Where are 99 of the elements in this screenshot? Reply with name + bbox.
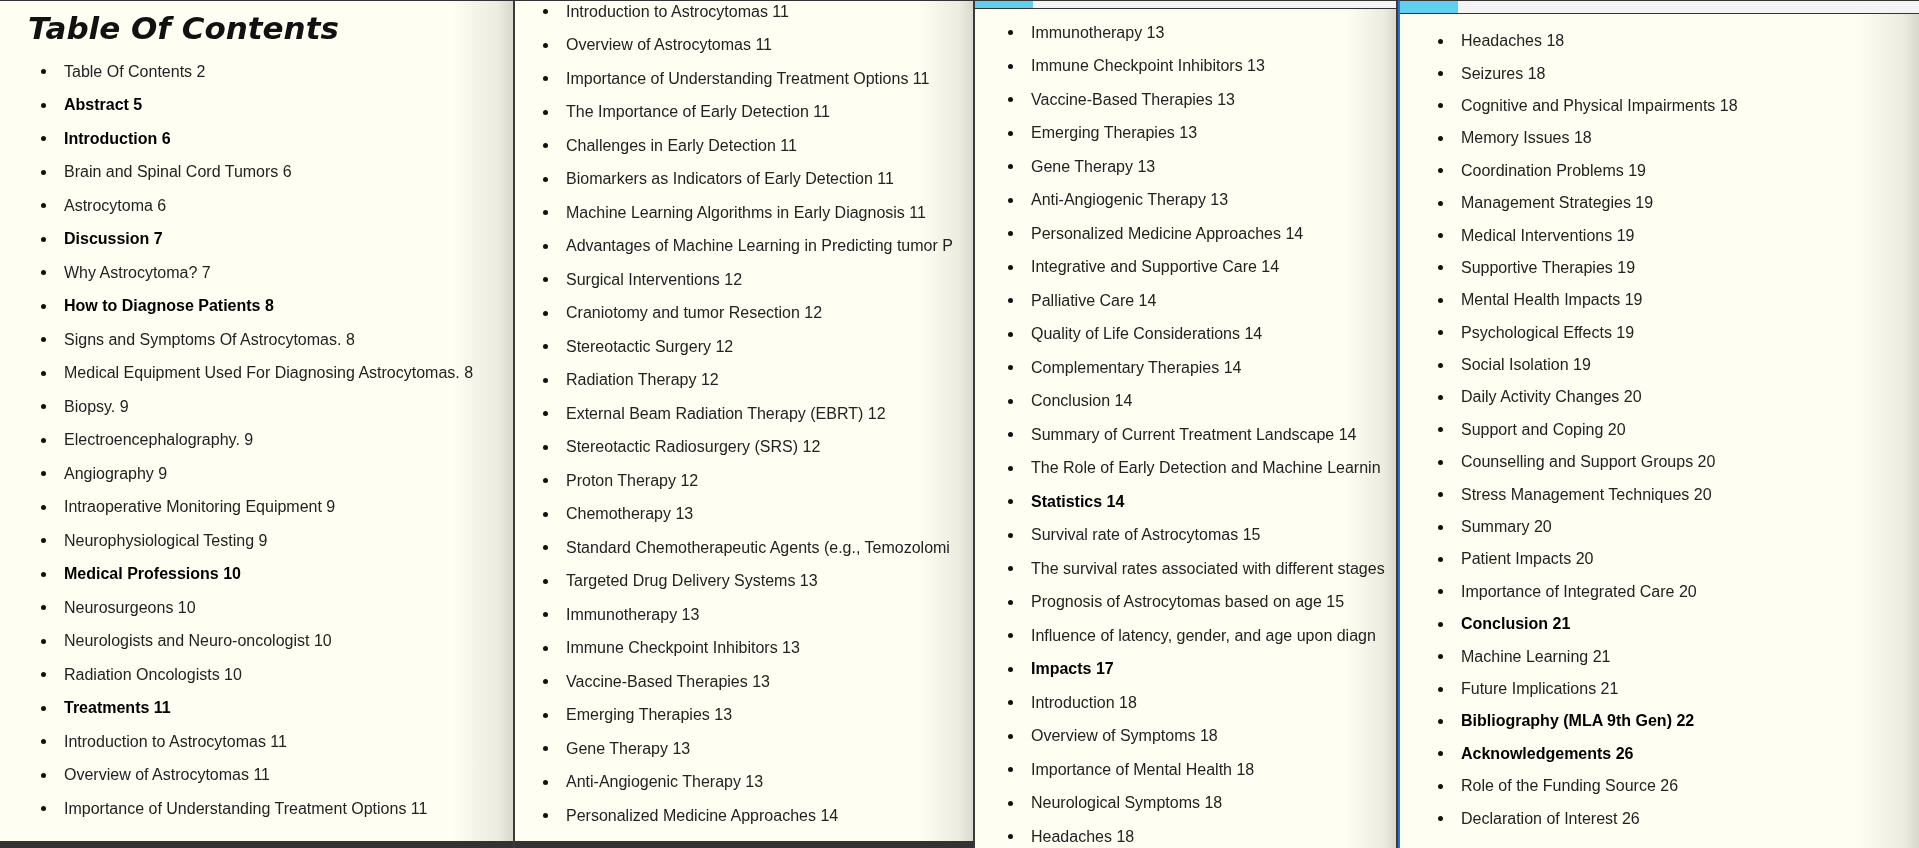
toc-link[interactable]: Role of the Funding Source 26 [1461, 777, 1679, 796]
toc-link[interactable]: Radiation Therapy 12 [566, 371, 719, 390]
toc-link[interactable]: Neurological Symptoms 18 [1031, 794, 1223, 813]
toc-link[interactable]: Machine Learning Algorithms in Early Diagnosis 11 [566, 203, 926, 222]
section-link[interactable]: Discussion 7 [64, 230, 163, 249]
toc-link[interactable]: Seizures 18 [1461, 64, 1546, 83]
toc-link[interactable]: Importance of Understanding Treatment Options 11 [64, 799, 428, 818]
toc-link[interactable]: Introduction 18 [1031, 693, 1137, 712]
toc-link[interactable]: Table Of Contents 2 [64, 62, 206, 81]
toc-link[interactable]: Standard Chemotherapeutic Agents (e.g., Temozolomi [566, 538, 950, 557]
toc-link[interactable]: Survival rate of Astrocytomas 15 [1031, 526, 1261, 545]
toc-link[interactable]: Chemotherapy 13 [566, 505, 694, 524]
toc-link[interactable]: Gene Therapy 13 [566, 739, 691, 758]
toc-link[interactable]: Coordination Problems 19 [1461, 161, 1646, 180]
toc-link[interactable]: Memory Issues 18 [1461, 129, 1592, 148]
toc-link[interactable]: Immunotherapy 13 [566, 605, 700, 624]
section-link[interactable]: Introduction 6 [64, 129, 171, 148]
toc-link[interactable]: Personalized Medicine Approaches 14 [566, 806, 839, 825]
section-link[interactable]: Conclusion 21 [1461, 615, 1571, 634]
toc-link[interactable]: Gene Therapy 13 [1031, 157, 1156, 176]
toc-link[interactable]: Management Strategies 19 [1461, 194, 1654, 213]
toc-link[interactable]: Immunotherapy 13 [1031, 23, 1165, 42]
toc-link[interactable]: Targeted Drug Delivery Systems 13 [566, 572, 818, 591]
toc-link[interactable]: Patient Impacts 20 [1461, 550, 1594, 569]
toc-link[interactable]: Supportive Therapies 19 [1461, 258, 1636, 277]
toc-link[interactable]: Medical Interventions 19 [1461, 226, 1635, 245]
section-link[interactable]: Bibliography (MLA 9th Gen) 22 [1461, 712, 1695, 731]
toc-link[interactable]: The Importance of Early Detection 11 [566, 103, 830, 122]
section-link[interactable]: Treatments 11 [64, 699, 171, 718]
section-link[interactable]: Medical Professions 10 [64, 565, 241, 584]
toc-link[interactable]: Signs and Symptoms Of Astrocytomas. 8 [64, 330, 355, 349]
toc-link[interactable]: Medical Equipment Used For Diagnosing Astrocytomas. 8 [64, 364, 474, 383]
toc-link[interactable]: The survival rates associated with different stages [1031, 559, 1385, 578]
toc-link[interactable]: Neurologists and Neuro-oncologist 10 [64, 632, 332, 651]
toc-link[interactable]: Immune Checkpoint Inhibitors 13 [566, 639, 800, 658]
toc-link[interactable]: Emerging Therapies 13 [1031, 124, 1198, 143]
toc-link[interactable]: Vaccine-Based Therapies 13 [566, 672, 770, 691]
toc-link[interactable]: Radiation Oncologists 10 [64, 665, 242, 684]
toc-link[interactable]: Electroencephalography. 9 [64, 431, 254, 450]
toc-link[interactable]: Brain and Spinal Cord Tumors 6 [64, 163, 292, 182]
section-link[interactable]: Acknowledgements 26 [1461, 744, 1634, 763]
section-link[interactable]: How to Diagnose Patients 8 [64, 297, 274, 316]
toc-link[interactable]: Emerging Therapies 13 [566, 706, 733, 725]
toc-link[interactable]: Machine Learning 21 [1461, 647, 1611, 666]
toc-link[interactable]: Advantages of Machine Learning in Predicting tumor P [566, 237, 953, 256]
toc-link[interactable]: Declaration of Interest 26 [1461, 809, 1640, 828]
toc-link[interactable]: Importance of Mental Health 18 [1031, 760, 1255, 779]
toc-link[interactable]: Anti-Angiogenic Therapy 13 [1031, 191, 1229, 210]
toc-link[interactable]: Summary 20 [1461, 518, 1552, 537]
toc-link[interactable]: Mental Health Impacts 19 [1461, 291, 1643, 310]
toc-link[interactable]: Conclusion 14 [1031, 392, 1133, 411]
toc-link[interactable]: Intraoperative Monitoring Equipment 9 [64, 498, 336, 517]
toc-link[interactable]: Social Isolation 19 [1461, 356, 1591, 375]
toc-link[interactable]: The Role of Early Detection and Machine Learnin [1031, 459, 1381, 478]
toc-link[interactable]: Introduction to Astrocytomas 11 [64, 732, 287, 751]
toc-link[interactable]: Headaches 18 [1031, 827, 1135, 846]
toc-link[interactable]: Introduction to Astrocytomas 11 [566, 2, 789, 21]
toc-link[interactable]: Craniotomy and tumor Resection 12 [566, 304, 823, 323]
toc-link[interactable]: Stress Management Techniques 20 [1461, 485, 1712, 504]
toc-link[interactable]: Stereotactic Surgery 12 [566, 337, 734, 356]
toc-link[interactable]: External Beam Radiation Therapy (EBRT) 12 [566, 404, 886, 423]
toc-link[interactable]: Neurosurgeons 10 [64, 598, 196, 617]
toc-link[interactable]: Quality of Life Considerations 14 [1031, 325, 1263, 344]
toc-link[interactable]: Challenges in Early Detection 11 [566, 136, 797, 155]
section-link[interactable]: Statistics 14 [1031, 492, 1125, 511]
section-link[interactable]: Impacts 17 [1031, 660, 1114, 679]
toc-link[interactable]: Angiography 9 [64, 464, 168, 483]
toc-link[interactable]: Surgical Interventions 12 [566, 270, 743, 289]
toc-link[interactable]: Biomarkers as Indicators of Early Detection 11 [566, 170, 894, 189]
toc-link[interactable]: Support and Coping 20 [1461, 420, 1626, 439]
toc-link[interactable]: Anti-Angiogenic Therapy 13 [566, 773, 764, 792]
page-title: Table Of Contents [28, 9, 340, 48]
toc-link[interactable]: Counselling and Support Groups 20 [1461, 453, 1716, 472]
toc-link[interactable]: Immune Checkpoint Inhibitors 13 [1031, 57, 1265, 76]
toc-link[interactable]: Biopsy. 9 [64, 397, 129, 416]
toc-link[interactable]: Palliative Care 14 [1031, 291, 1157, 310]
toc-link[interactable]: Personalized Medicine Approaches 14 [1031, 224, 1304, 243]
section-link[interactable]: Abstract 5 [64, 96, 143, 115]
toc-link[interactable]: Influence of latency, gender, and age upon diagn [1031, 626, 1376, 645]
toc-link[interactable]: Headaches 18 [1461, 32, 1565, 51]
toc-link[interactable]: Importance of Understanding Treatment Options 11 [566, 69, 930, 88]
toc-link[interactable]: Overview of Astrocytomas 11 [566, 36, 772, 55]
toc-link[interactable]: Stereotactic Radiosurgery (SRS) 12 [566, 438, 821, 457]
toc-link[interactable]: Prognosis of Astrocytomas based on age 15 [1031, 593, 1345, 612]
toc-link[interactable]: Psychological Effects 19 [1461, 323, 1635, 342]
toc-link[interactable]: Why Astrocytoma? 7 [64, 263, 211, 282]
toc-link[interactable]: Future Implications 21 [1461, 680, 1619, 698]
toc-link[interactable]: Neurophysiological Testing 9 [64, 531, 268, 550]
toc-link[interactable]: Daily Activity Changes 20 [1461, 388, 1642, 407]
toc-link[interactable]: Importance of Integrated Care 20 [1461, 582, 1697, 601]
toc-link[interactable]: Summary of Current Treatment Landscape 14 [1031, 425, 1357, 444]
toc-link[interactable]: Integrative and Supportive Care 14 [1031, 258, 1280, 277]
toc-link[interactable]: Overview of Astrocytomas 11 [64, 766, 270, 785]
toc-link[interactable]: Proton Therapy 12 [566, 471, 699, 490]
toc-link[interactable]: Overview of Symptoms 18 [1031, 727, 1218, 746]
toc-link[interactable]: Complementary Therapies 14 [1031, 358, 1242, 377]
toc-link[interactable]: Astrocytoma 6 [64, 196, 167, 215]
toc-link[interactable]: Vaccine-Based Therapies 13 [1031, 90, 1235, 109]
toc-link[interactable]: Cognitive and Physical Impairments 18 [1461, 96, 1738, 115]
